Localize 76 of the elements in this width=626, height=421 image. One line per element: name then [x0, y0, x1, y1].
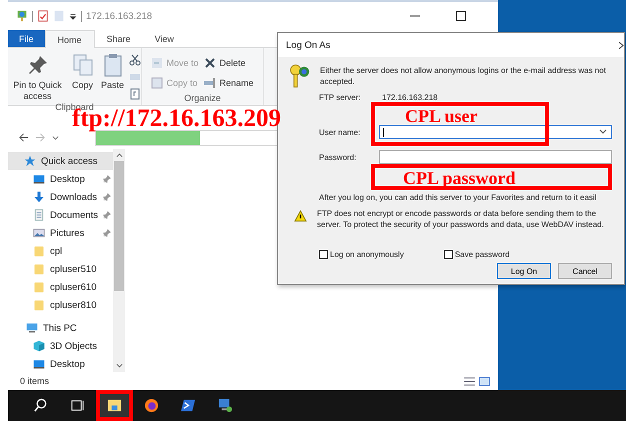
- note-text: After you log on, you can add this server to your Favorites and return to it easil: [319, 193, 598, 204]
- picture-icon: [33, 227, 45, 239]
- scroll-up-icon[interactable]: [116, 152, 123, 158]
- nav-item[interactable]: 3D Objects: [8, 337, 114, 355]
- ribbon-tab[interactable]: View: [142, 30, 186, 47]
- desktop-icon: [33, 358, 45, 370]
- paste-shortcut-icon[interactable]: [128, 88, 140, 100]
- chevron-down-icon[interactable]: [52, 134, 59, 141]
- nav-item[interactable]: This PC: [8, 319, 114, 337]
- scroll-down-icon[interactable]: [116, 363, 123, 369]
- chevron-down-icon[interactable]: [599, 129, 607, 135]
- ribbon-tab[interactable]: File: [8, 30, 45, 47]
- star-icon: [24, 155, 36, 167]
- tiles-view-icon[interactable]: [479, 376, 490, 386]
- nav-item[interactable]: Desktop: [8, 355, 114, 373]
- pin-to-quick-access-button[interactable]: Pin to Quick access: [8, 52, 66, 102]
- annotation-box: CPL user: [371, 102, 549, 146]
- computer-icon[interactable]: [218, 398, 233, 413]
- field-label: User name:: [319, 128, 362, 136]
- field-label: FTP server:: [319, 93, 362, 102]
- task-view-icon[interactable]: [70, 398, 85, 413]
- checkbox[interactable]: Save password: [444, 250, 510, 259]
- nav-item[interactable]: Quick access: [8, 152, 114, 170]
- dialog-title: Log On As: [286, 40, 330, 50]
- username-combo[interactable]: [379, 125, 612, 139]
- folder-icon: [33, 299, 45, 311]
- nav-item[interactable]: cpl: [8, 242, 114, 260]
- window-title: 172.16.163.218: [86, 10, 152, 22]
- rename-icon: [204, 77, 216, 89]
- nav-item[interactable]: Desktop: [8, 170, 114, 188]
- scrollbar[interactable]: [113, 149, 125, 372]
- nav-item[interactable]: Documents: [8, 206, 114, 224]
- nav-item[interactable]: Downloads: [8, 188, 114, 206]
- properties-icon[interactable]: [37, 10, 49, 22]
- server-address: 172.16.163.218: [381, 93, 439, 102]
- status-text: 0 items: [20, 376, 50, 386]
- maximize-icon[interactable]: [456, 11, 466, 21]
- dropdown-icon[interactable]: [69, 12, 77, 20]
- network-icon[interactable]: [16, 10, 28, 22]
- desktop-icon: [33, 173, 45, 185]
- paste-button[interactable]: Paste: [98, 52, 126, 102]
- document-icon: [33, 209, 45, 221]
- details-view-icon[interactable]: [464, 376, 475, 386]
- nav-item[interactable]: Pictures: [8, 224, 114, 242]
- warning-text: FTP does not encrypt or encode passwords or data before sending them to the server. To protect the security of your passwords and data, use WebDAV instead.: [317, 208, 605, 231]
- folder-icon[interactable]: [107, 398, 122, 413]
- checkbox[interactable]: Log on anonymously: [319, 250, 404, 259]
- x-icon: [204, 57, 216, 69]
- nav-item[interactable]: cpluser810: [8, 296, 114, 314]
- computer-icon: [26, 322, 38, 334]
- nav-item[interactable]: cpluser510: [8, 260, 114, 278]
- message-text: Either the server does not allow anonymous logins or the e-mail address was not accepted.: [320, 65, 607, 88]
- delete-button[interactable]: Delete: [204, 57, 254, 69]
- warning-icon: [294, 210, 307, 222]
- terminal-icon[interactable]: [181, 398, 196, 413]
- cancel-button[interactable]: Cancel: [558, 263, 612, 279]
- annotation-box: CPL password: [371, 164, 612, 190]
- search-icon[interactable]: [33, 398, 48, 413]
- download-icon: [33, 191, 45, 203]
- nav-item[interactable]: cpluser610: [8, 278, 114, 296]
- folder-icon: [33, 281, 45, 293]
- folder-icon: [33, 263, 45, 275]
- logon-button[interactable]: Log On: [497, 263, 551, 279]
- fox-globe-icon[interactable]: [144, 398, 159, 413]
- group-label: Organize: [184, 93, 221, 103]
- cube-icon: [33, 340, 45, 352]
- ribbon-tab[interactable]: Home: [44, 30, 95, 48]
- scissors-icon[interactable]: [128, 54, 140, 66]
- folder-icon: [33, 245, 45, 257]
- password-field[interactable]: [379, 150, 612, 164]
- back-icon[interactable]: [18, 132, 29, 143]
- key-globe-icon: [288, 63, 310, 89]
- field-label: Password:: [319, 152, 358, 162]
- copy-button[interactable]: Copy: [68, 52, 96, 102]
- ribbon-tab[interactable]: Share: [94, 30, 143, 47]
- rename-button[interactable]: Rename: [204, 77, 254, 89]
